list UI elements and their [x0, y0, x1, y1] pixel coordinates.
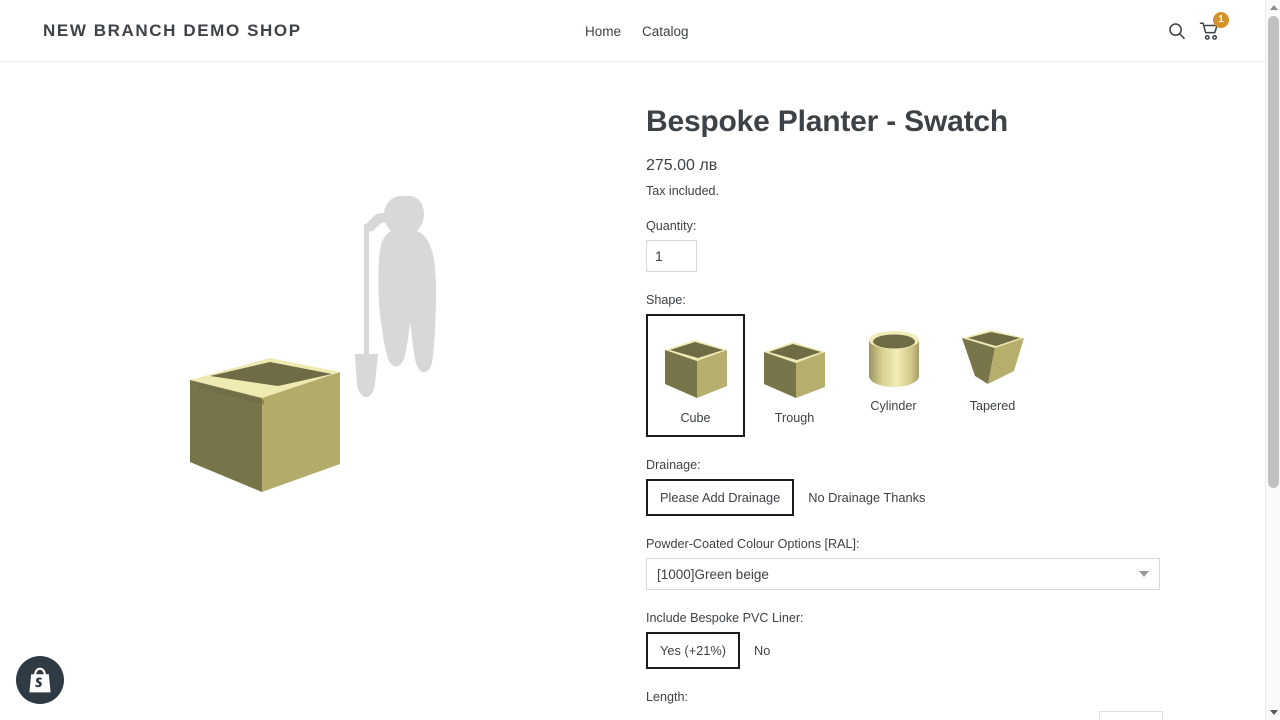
cube-planter-icon: [661, 324, 731, 402]
product-info: Bespoke Planter - Swatch 275.00 лв Tax i…: [646, 62, 1180, 720]
main-navigation: Home Catalog: [585, 24, 689, 39]
cube-planter: [190, 358, 340, 492]
search-icon[interactable]: [1167, 21, 1187, 41]
product-page: NEW BRANCH DEMO SHOP Home Catalog 1: [0, 0, 1280, 720]
trough-planter-icon: [760, 324, 830, 402]
colour-select-value: [1000]Green beige: [657, 567, 769, 582]
shape-swatch-label: Cube: [680, 411, 710, 425]
tax-note: Tax included.: [646, 184, 1180, 198]
tapered-planter-icon: [958, 324, 1028, 390]
length-slider[interactable]: [646, 716, 1084, 720]
shape-swatch-tapered[interactable]: Tapered: [943, 314, 1042, 425]
page-scrollbar[interactable]: [1265, 0, 1280, 720]
cylinder-planter-icon: [863, 324, 925, 390]
shopify-bag-icon: [27, 666, 53, 694]
liner-option-yes[interactable]: Yes (+21%): [646, 632, 740, 669]
drainage-label: Drainage:: [646, 458, 1180, 472]
quantity-label: Quantity:: [646, 219, 1180, 233]
page-title: Bespoke Planter - Swatch: [646, 104, 1180, 140]
liner-option-group: Yes (+21%) No: [646, 632, 1180, 669]
quantity-input[interactable]: [646, 240, 697, 272]
header-actions: 1: [1167, 20, 1221, 42]
product-media: [0, 62, 640, 720]
gardener-silhouette: [355, 196, 436, 397]
shape-swatch-label: Trough: [775, 411, 814, 425]
shape-label: Shape:: [646, 293, 1180, 307]
shape-swatch-cylinder[interactable]: Cylinder: [844, 314, 943, 425]
planter-3d-render: [150, 162, 550, 522]
shape-swatch-label: Cylinder: [870, 399, 916, 413]
shopify-badge[interactable]: [16, 656, 64, 704]
nav-link-home[interactable]: Home: [585, 24, 621, 39]
cart-count-badge: 1: [1213, 12, 1229, 28]
length-label: Length:: [646, 690, 1180, 704]
colour-label: Powder-Coated Colour Options [RAL]:: [646, 537, 1180, 551]
liner-label: Include Bespoke PVC Liner:: [646, 611, 1180, 625]
chevron-down-icon: [1139, 571, 1149, 577]
drainage-option-add[interactable]: Please Add Drainage: [646, 479, 794, 516]
scroll-up-arrow-icon[interactable]: [1266, 0, 1280, 15]
length-slider-row: [646, 711, 1180, 720]
colour-select[interactable]: [1000]Green beige: [646, 558, 1160, 590]
drainage-option-none[interactable]: No Drainage Thanks: [794, 479, 939, 516]
shape-swatch-label: Tapered: [970, 399, 1016, 413]
scroll-down-arrow-icon[interactable]: [1266, 705, 1280, 720]
product-price: 275.00 лв: [646, 157, 1180, 175]
shape-swatch-cube[interactable]: Cube: [646, 314, 745, 437]
length-input[interactable]: [1099, 711, 1163, 720]
liner-option-no[interactable]: No: [740, 632, 784, 669]
site-header: NEW BRANCH DEMO SHOP Home Catalog 1: [0, 0, 1265, 62]
drainage-option-group: Please Add Drainage No Drainage Thanks: [646, 479, 1180, 516]
shape-swatch-group: Cube Trough: [646, 314, 1180, 437]
cart-button[interactable]: 1: [1199, 20, 1221, 42]
nav-link-catalog[interactable]: Catalog: [642, 24, 689, 39]
shape-swatch-trough[interactable]: Trough: [745, 314, 844, 437]
scrollbar-thumb[interactable]: [1268, 16, 1279, 488]
site-logo[interactable]: NEW BRANCH DEMO SHOP: [43, 21, 302, 41]
